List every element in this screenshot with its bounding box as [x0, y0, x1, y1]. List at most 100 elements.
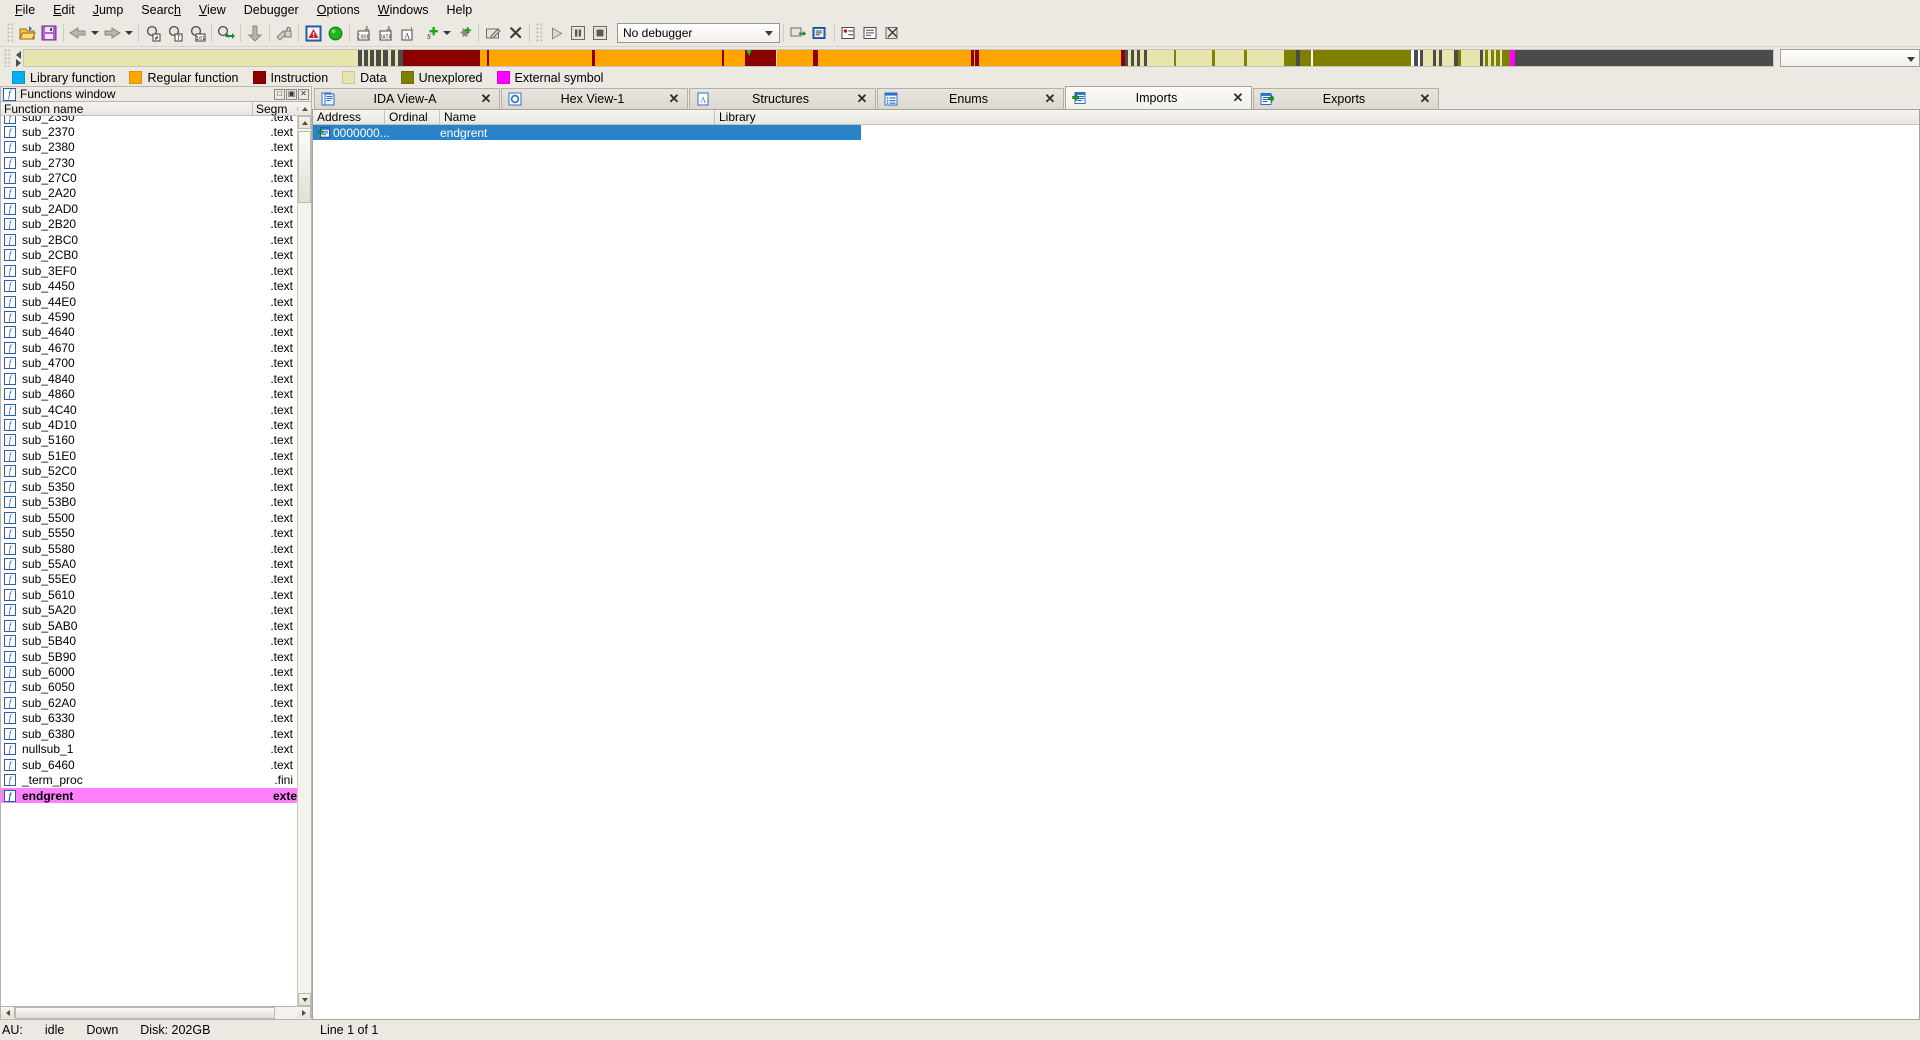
- imports-list[interactable]: 0000000... endgrent: [313, 125, 1919, 1019]
- function-list-row[interactable]: f sub_2350 .text: [1, 116, 297, 124]
- function-list-row[interactable]: f sub_5350 .text: [1, 479, 297, 494]
- make-string-dropdown-icon[interactable]: [441, 22, 453, 44]
- column-header-function-name[interactable]: Function name: [1, 101, 253, 116]
- debug-pause-icon[interactable]: [567, 22, 589, 44]
- function-list-row[interactable]: f sub_4D10 .text: [1, 417, 297, 432]
- function-list-row[interactable]: f sub_5B90 .text: [1, 649, 297, 664]
- close-icon[interactable]: ✕: [298, 88, 309, 100]
- function-list-row[interactable]: f sub_4700 .text: [1, 356, 297, 371]
- function-list-row[interactable]: f sub_62A0 .text: [1, 695, 297, 710]
- function-list-row[interactable]: f sub_2A20 .text: [1, 186, 297, 201]
- function-list-row[interactable]: f sub_4860 .text: [1, 386, 297, 401]
- imports-table-row[interactable]: 0000000... endgrent: [313, 125, 861, 140]
- function-list-row[interactable]: f sub_44E0 .text: [1, 294, 297, 309]
- function-list-row[interactable]: f sub_53B0 .text: [1, 495, 297, 510]
- function-list-row[interactable]: f sub_6380 .text: [1, 726, 297, 741]
- function-list-row[interactable]: f endgrent exte: [1, 787, 297, 804]
- tab-close-icon[interactable]: ✕: [479, 91, 493, 106]
- search-code-icon[interactable]: #: [142, 22, 164, 44]
- functions-hscroll-thumb[interactable]: [15, 1007, 275, 1019]
- scroll-left-icon[interactable]: [1, 1007, 15, 1018]
- menu-item-file[interactable]: File: [6, 1, 44, 19]
- function-list-row[interactable]: f sub_51E0 .text: [1, 448, 297, 463]
- menu-item-edit[interactable]: Edit: [44, 1, 84, 19]
- function-list-row[interactable]: f sub_5550 .text: [1, 525, 297, 540]
- function-list-row[interactable]: f sub_6000 .text: [1, 664, 297, 679]
- jump-down-icon[interactable]: [244, 22, 266, 44]
- function-list-row[interactable]: f sub_5AB0 .text: [1, 618, 297, 633]
- function-list-row[interactable]: f sub_6050 .text: [1, 680, 297, 695]
- function-list-row[interactable]: f sub_4840 .text: [1, 371, 297, 386]
- menu-item-search[interactable]: Search: [132, 1, 190, 19]
- scroll-right-icon[interactable]: [297, 1007, 311, 1018]
- tab-close-icon[interactable]: ✕: [667, 91, 681, 106]
- function-list-row[interactable]: f sub_2380 .text: [1, 139, 297, 154]
- tab-enums[interactable]: Enums ✕: [877, 88, 1064, 109]
- debug-stop-icon[interactable]: [589, 22, 611, 44]
- save-icon[interactable]: [38, 22, 60, 44]
- float-icon[interactable]: ▣: [286, 88, 297, 100]
- make-data-icon[interactable]: DATA: [375, 22, 397, 44]
- debugger-options-icon[interactable]: [809, 22, 831, 44]
- undefine-icon[interactable]: [273, 22, 295, 44]
- column-header-ordinal[interactable]: Ordinal: [385, 109, 440, 125]
- back-icon[interactable]: [67, 22, 89, 44]
- watches-icon[interactable]: [860, 22, 882, 44]
- navband-cursor-icon[interactable]: [746, 50, 753, 58]
- functions-scroll-thumb[interactable]: [298, 131, 311, 203]
- restore-icon[interactable]: □: [274, 88, 285, 100]
- menu-item-jump[interactable]: Jump: [84, 1, 133, 19]
- search-text-icon[interactable]: T: [164, 22, 186, 44]
- edit-function-icon[interactable]: [482, 22, 504, 44]
- menu-item-options[interactable]: Options: [308, 1, 369, 19]
- breakpoints-icon[interactable]: [838, 22, 860, 44]
- menu-item-debugger[interactable]: Debugger: [235, 1, 308, 19]
- open-icon[interactable]: [16, 22, 38, 44]
- function-list-row[interactable]: f sub_52C0 .text: [1, 464, 297, 479]
- forward-icon[interactable]: [101, 22, 123, 44]
- make-code-icon[interactable]: CODE: [353, 22, 375, 44]
- functions-horizontal-scrollbar[interactable]: [0, 1007, 312, 1020]
- navband-grip[interactable]: [4, 49, 10, 67]
- function-list-row[interactable]: f sub_2AD0 .text: [1, 201, 297, 216]
- tab-ida-view-a[interactable]: IDA View-A ✕: [314, 88, 500, 109]
- function-list-row[interactable]: f sub_2730 .text: [1, 155, 297, 170]
- column-header-segment[interactable]: Segm: [253, 102, 297, 116]
- function-list-row[interactable]: f sub_6460 .text: [1, 757, 297, 772]
- column-header-address[interactable]: Address: [313, 109, 385, 125]
- make-string-icon[interactable]: s: [419, 22, 441, 44]
- debugger-select[interactable]: No debugger: [617, 23, 780, 43]
- function-list-row[interactable]: f sub_2CB0 .text: [1, 248, 297, 263]
- functions-list[interactable]: f sub_2350 .text f sub_2370 .text f sub_2380 .te…: [1, 116, 297, 1006]
- scroll-up-icon[interactable]: [298, 116, 311, 129]
- tab-exports[interactable]: Exports ✕: [1253, 88, 1439, 109]
- forward-dropdown-icon[interactable]: [123, 22, 135, 44]
- jump-xref-icon[interactable]: [215, 22, 237, 44]
- back-dropdown-icon[interactable]: [89, 22, 101, 44]
- function-list-row[interactable]: f sub_2370 .text: [1, 124, 297, 139]
- problems-icon[interactable]: [302, 22, 324, 44]
- menu-item-windows[interactable]: Windows: [369, 1, 438, 19]
- function-list-row[interactable]: f sub_5B40 .text: [1, 633, 297, 648]
- menu-item-view[interactable]: View: [190, 1, 235, 19]
- function-list-row[interactable]: f nullsub_1 .text: [1, 742, 297, 757]
- make-struct-icon[interactable]: [453, 22, 475, 44]
- function-list-row[interactable]: f sub_5500 .text: [1, 510, 297, 525]
- toolbar-grip-2[interactable]: [536, 23, 542, 43]
- analysis-on-icon[interactable]: [324, 22, 346, 44]
- function-list-row[interactable]: f sub_55A0 .text: [1, 556, 297, 571]
- function-list-row[interactable]: f sub_4C40 .text: [1, 402, 297, 417]
- function-list-row[interactable]: f _term_proc .fini: [1, 772, 297, 787]
- function-list-row[interactable]: f sub_2B20 .text: [1, 217, 297, 232]
- function-list-row[interactable]: f sub_5A20 .text: [1, 603, 297, 618]
- function-list-row[interactable]: f sub_4640 .text: [1, 325, 297, 340]
- function-list-row[interactable]: f sub_4590 .text: [1, 309, 297, 324]
- column-header-name[interactable]: Name: [440, 109, 715, 125]
- function-list-row[interactable]: f sub_4670 .text: [1, 340, 297, 355]
- function-list-row[interactable]: f sub_55E0 .text: [1, 572, 297, 587]
- tab-structures[interactable]: A Structures ✕: [689, 88, 876, 109]
- scroll-down-icon[interactable]: [298, 993, 311, 1006]
- function-list-row[interactable]: f sub_2BC0 .text: [1, 232, 297, 247]
- attach-process-icon[interactable]: [787, 22, 809, 44]
- function-list-row[interactable]: f sub_6330 .text: [1, 711, 297, 726]
